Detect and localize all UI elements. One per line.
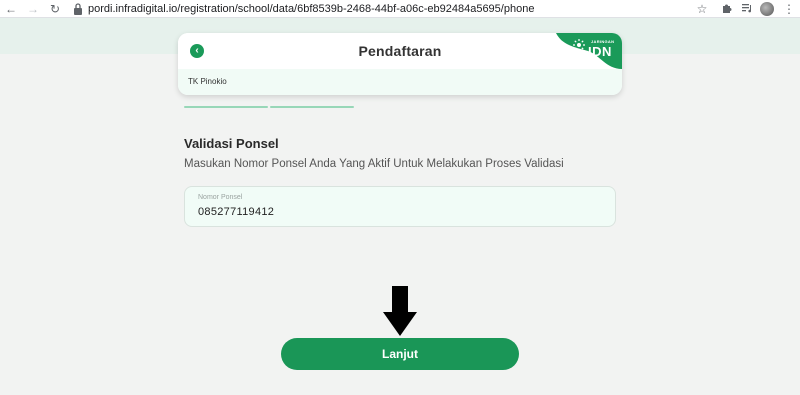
forward-icon[interactable]: → [26, 2, 40, 16]
progress-step-1 [184, 106, 268, 108]
browser-toolbar: ← → ↻ pordi.infradigital.io/registration… [0, 0, 800, 18]
media-icon[interactable] [740, 2, 754, 16]
lock-icon[interactable] [73, 2, 83, 16]
arrow-annotation-shaft [392, 286, 408, 314]
section-title: Validasi Ponsel [184, 136, 279, 151]
progress-step-2 [270, 106, 354, 108]
phone-field-label: Nomor Ponsel [198, 194, 243, 201]
section-description: Masukan Nomor Ponsel Anda Yang Aktif Unt… [184, 158, 564, 170]
star-icon[interactable]: ☆ [695, 2, 709, 16]
phone-input[interactable] [198, 206, 598, 218]
header-subbar [178, 69, 622, 95]
puzzle-icon[interactable] [720, 2, 734, 16]
sun-icon [573, 39, 585, 51]
arrow-down-icon [383, 312, 417, 336]
school-name: TK Pinokio [188, 77, 227, 86]
header-card: ‹ Pendaftaran TK Pinokio JARINGAN IDN [178, 33, 622, 95]
logo-text: IDN [588, 44, 612, 59]
menu-icon[interactable]: ⋮ [782, 2, 796, 16]
back-icon[interactable]: ← [4, 2, 18, 16]
profile-avatar[interactable] [760, 2, 774, 16]
address-bar[interactable]: pordi.infradigital.io/registration/schoo… [88, 2, 534, 16]
reload-icon[interactable]: ↻ [48, 2, 62, 16]
phone-field[interactable]: Nomor Ponsel [184, 186, 616, 227]
next-button[interactable]: Lanjut [281, 338, 519, 370]
